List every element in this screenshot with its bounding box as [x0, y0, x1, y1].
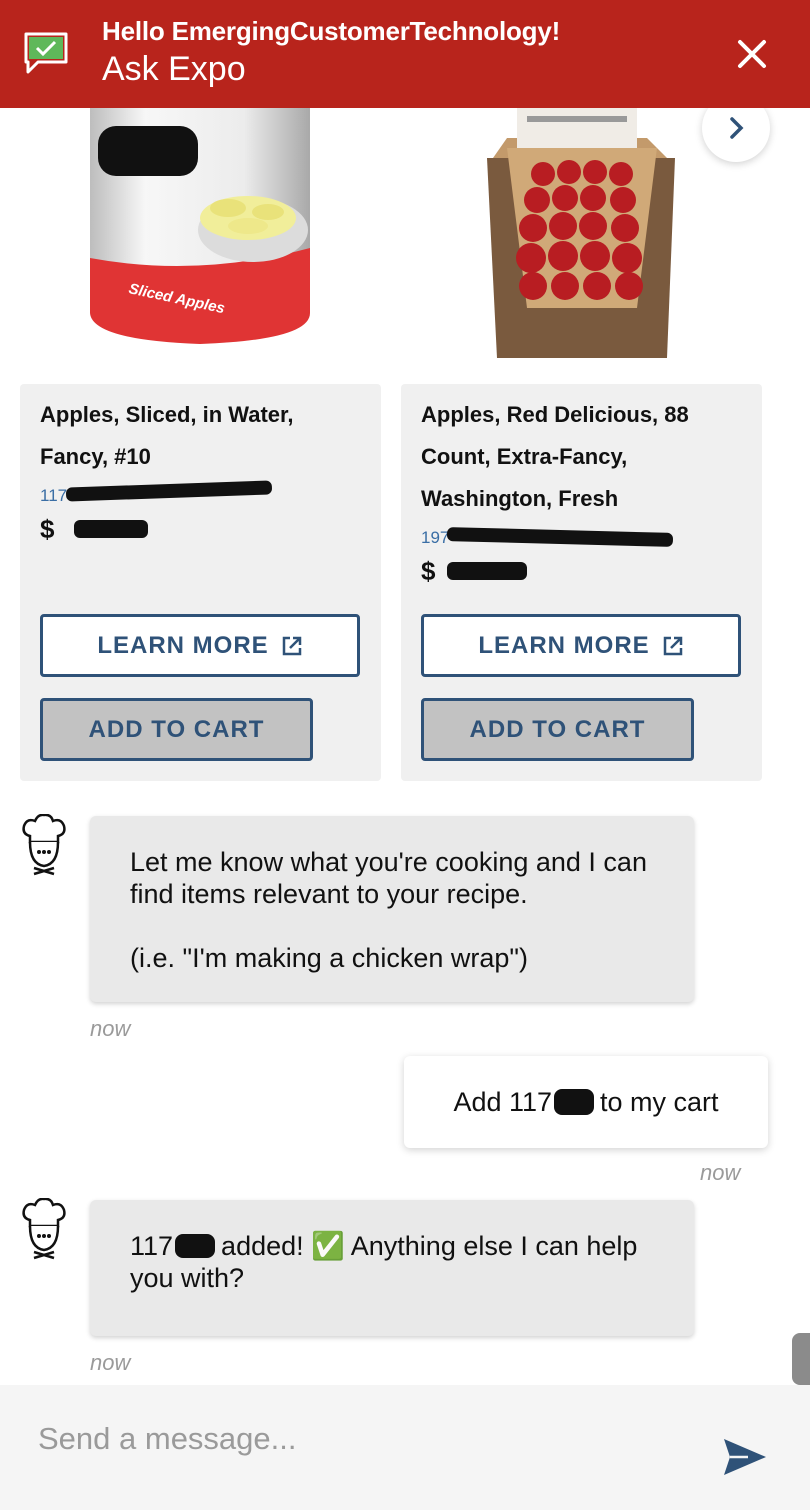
- message-text-end: to my cart: [600, 1086, 719, 1117]
- chat-bubble-bot: Let me know what you're cooking and I ca…: [90, 816, 694, 1002]
- message-timestamp: now: [700, 1160, 741, 1185]
- message-text: Let me know what you're cooking and I ca…: [130, 847, 647, 909]
- chef-avatar-icon: [22, 1198, 66, 1260]
- product-image-sliced-apples: Sliced Apples: [90, 108, 310, 344]
- chef-avatar-icon: [22, 814, 66, 876]
- add-to-cart-button[interactable]: ADD TO CART: [421, 698, 694, 761]
- message-input[interactable]: [38, 1417, 678, 1461]
- message-timestamp: now: [90, 1350, 131, 1375]
- product-card: Apples, Sliced, in Water, Fancy, #10 117…: [20, 384, 381, 781]
- product-price: $: [40, 514, 55, 544]
- product-name: Apples, Red Delicious, 88 Count, Extra-F…: [421, 402, 689, 511]
- redaction-mark: [554, 1089, 595, 1115]
- product-card: Apples, Red Delicious, 88 Count, Extra-F…: [401, 384, 762, 781]
- redaction-mark: [446, 527, 674, 547]
- redaction-mark: [65, 480, 273, 502]
- page-title: Ask Expo: [102, 50, 246, 88]
- redaction-mark: [74, 520, 148, 538]
- product-meta: 117: [40, 486, 68, 505]
- close-icon[interactable]: [732, 34, 772, 74]
- learn-more-label: LEARN MORE: [97, 631, 269, 659]
- message-timestamp: now: [90, 1016, 131, 1041]
- product-image-red-delicious: [487, 108, 675, 358]
- product-name: Apples, Sliced, in Water, Fancy, #10: [40, 402, 294, 469]
- chevron-right-icon: [730, 117, 744, 139]
- redaction-mark: [447, 562, 527, 580]
- message-text-start: 117: [130, 1231, 174, 1261]
- redaction-mark: [175, 1234, 216, 1258]
- app-header: Hello EmergingCustomerTechnology! Ask Ex…: [0, 0, 810, 108]
- chat-bubble-user: Add 117 to my cart: [404, 1056, 768, 1148]
- product-price: $: [421, 556, 436, 586]
- product-meta: 197: [421, 528, 450, 547]
- learn-more-button[interactable]: LEARN MORE: [40, 614, 360, 677]
- send-icon[interactable]: [722, 1437, 768, 1477]
- external-link-icon: [282, 636, 301, 655]
- learn-more-label: LEARN MORE: [478, 631, 650, 659]
- external-link-icon: [663, 636, 682, 655]
- message-text-start: Add 117: [453, 1086, 553, 1117]
- learn-more-button[interactable]: LEARN MORE: [421, 614, 741, 677]
- chat-bubble-bot: 117 added! ✅ Anything else I can help you…: [90, 1200, 694, 1336]
- message-example: (i.e. "I'm making a chicken wrap"): [130, 943, 528, 973]
- greeting-text: Hello EmergingCustomerTechnology!: [102, 16, 561, 46]
- product-carousel: Sliced Apples Apples, Sliced, in Water, …: [0, 94, 810, 798]
- scrollbar-thumb[interactable]: [792, 1333, 810, 1385]
- message-composer: [0, 1385, 810, 1510]
- chat-check-icon: [24, 32, 68, 74]
- add-to-cart-button[interactable]: ADD TO CART: [40, 698, 313, 761]
